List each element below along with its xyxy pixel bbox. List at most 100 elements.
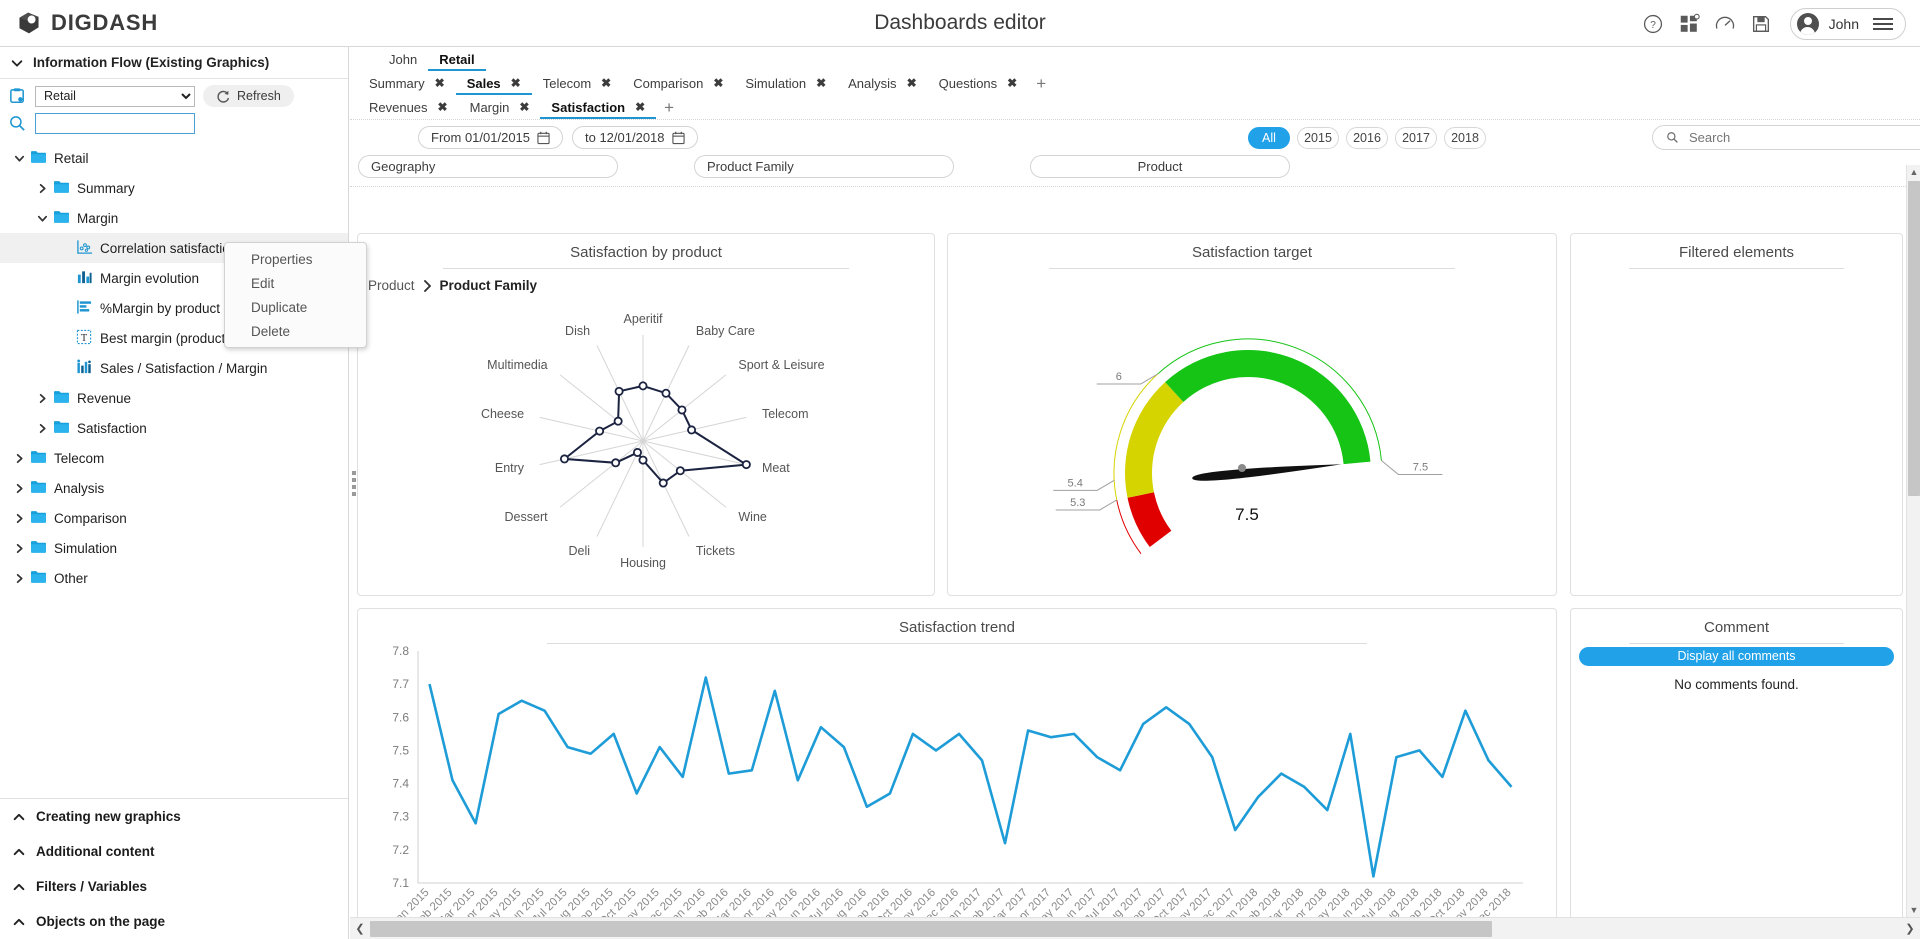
tab-close-icon[interactable]: ✖: [519, 100, 529, 114]
chevron-down-icon[interactable]: [31, 213, 53, 224]
tree-item-other[interactable]: Other: [0, 563, 348, 593]
vertical-scrollbar[interactable]: ▲ ▼: [1906, 165, 1920, 917]
date-to-filter[interactable]: to 12/01/2018: [572, 126, 698, 149]
year-filter-all[interactable]: All: [1248, 127, 1290, 149]
add-tab-button[interactable]: +: [656, 99, 682, 116]
no-comments-text: No comments found.: [1674, 677, 1799, 692]
information-flow-header[interactable]: Information Flow (Existing Graphics): [0, 47, 348, 79]
year-filter-2018[interactable]: 2018: [1444, 127, 1486, 149]
tab-revenues[interactable]: Revenues ✖: [358, 95, 459, 119]
tab-summary[interactable]: Summary ✖: [358, 71, 456, 95]
chevron-right-icon[interactable]: [8, 513, 30, 524]
radar-data-point: [661, 388, 671, 398]
accordion-objects-on-the-page[interactable]: Objects on the page: [0, 904, 348, 939]
speedometer-icon[interactable]: [1714, 13, 1736, 35]
chevron-right-icon[interactable]: [31, 183, 53, 194]
tab-retail[interactable]: Retail: [428, 47, 487, 71]
tab-margin[interactable]: Margin ✖: [459, 95, 541, 119]
user-menu[interactable]: John: [1789, 7, 1906, 40]
tab-telecom[interactable]: Telecom ✖: [532, 71, 622, 95]
panel-resize-handle[interactable]: [349, 455, 359, 511]
year-filter-2016[interactable]: 2016: [1346, 127, 1388, 149]
accordion-additional-content[interactable]: Additional content: [0, 834, 348, 869]
tab-john[interactable]: John: [378, 47, 428, 71]
tab-close-icon[interactable]: ✖: [816, 76, 826, 90]
source-select[interactable]: Retail: [35, 85, 195, 107]
tree-item-analysis[interactable]: Analysis: [0, 473, 348, 503]
floppy-save-icon[interactable]: [1750, 13, 1772, 35]
trend-axes: [417, 651, 1523, 884]
scroll-down-arrow[interactable]: ▼: [1907, 903, 1920, 917]
accordion-filters-variables[interactable]: Filters / Variables: [0, 869, 348, 904]
context-menu-item-delete[interactable]: Delete: [225, 319, 366, 343]
chevron-right-icon[interactable]: [31, 393, 53, 404]
scroll-left-arrow[interactable]: ❮: [350, 922, 370, 935]
radar-axis-label: Aperitif: [624, 312, 663, 326]
horizontal-scrollbar[interactable]: ❮ ❯: [350, 917, 1920, 939]
chevron-right-icon[interactable]: [8, 573, 30, 584]
context-menu-item-properties[interactable]: Properties: [225, 247, 366, 271]
tab-analysis[interactable]: Analysis ✖: [837, 71, 927, 95]
tree-item-sales-satisfaction-margin[interactable]: Sales / Satisfaction / Margin: [0, 353, 348, 383]
tab-questions[interactable]: Questions ✖: [928, 71, 1029, 95]
tree-item-margin[interactable]: Margin: [0, 203, 348, 233]
tab-satisfaction[interactable]: Satisfaction ✖: [540, 95, 656, 119]
tab-close-icon[interactable]: ✖: [435, 76, 445, 90]
add-tab-button[interactable]: +: [1028, 75, 1054, 92]
tab-close-icon[interactable]: ✖: [511, 76, 521, 90]
help-circle-icon[interactable]: ?: [1642, 13, 1664, 35]
dashboard-search[interactable]: [1652, 125, 1920, 150]
tab-comparison[interactable]: Comparison ✖: [622, 71, 734, 95]
tab-simulation[interactable]: Simulation ✖: [734, 71, 837, 95]
date-from-filter[interactable]: From 01/01/2015: [418, 126, 564, 149]
trend-y-tick-label: 7.2: [392, 843, 409, 857]
card-satisfaction-trend: Satisfaction trend 7.1 7.2 7.3 7.4 7.5 7.6 7.7…: [357, 608, 1557, 917]
tab-sales[interactable]: Sales ✖: [455, 71, 532, 95]
scroll-up-arrow[interactable]: ▲: [1907, 165, 1920, 179]
breadcrumb-parent[interactable]: Product: [368, 278, 415, 293]
refresh-icon: [217, 90, 230, 103]
chevron-right-icon[interactable]: [8, 453, 30, 464]
folder-icon: [53, 209, 77, 227]
hamburger-menu-icon[interactable]: [1873, 17, 1893, 30]
context-menu-item-duplicate[interactable]: Duplicate: [225, 295, 366, 319]
radar-data-point: [614, 386, 624, 396]
tree-search-input[interactable]: [35, 113, 195, 134]
scroll-right-arrow[interactable]: ❯: [1900, 922, 1920, 935]
dashboard-search-input[interactable]: [1687, 129, 1920, 146]
year-filter-2017[interactable]: 2017: [1395, 127, 1437, 149]
chevron-right-icon[interactable]: [31, 423, 53, 434]
tree-item-simulation[interactable]: Simulation: [0, 533, 348, 563]
chevron-right-icon[interactable]: [8, 483, 30, 494]
tab-close-icon[interactable]: ✖: [601, 76, 611, 90]
tree-item-comparison[interactable]: Comparison: [0, 503, 348, 533]
tab-close-icon[interactable]: ✖: [907, 76, 917, 90]
refresh-button[interactable]: Refresh: [203, 85, 294, 107]
radar-data-point: [675, 466, 685, 476]
radar-breadcrumb[interactable]: Product Product Family: [358, 269, 934, 293]
tab-close-icon[interactable]: ✖: [1007, 76, 1017, 90]
tree-item-satisfaction[interactable]: Satisfaction: [0, 413, 348, 443]
trend-y-tick-label: 7.6: [392, 710, 409, 724]
card-filtered-elements: Filtered elements: [1570, 233, 1903, 596]
tree-item-retail[interactable]: Retail: [0, 143, 348, 173]
tree-item-summary[interactable]: Summary: [0, 173, 348, 203]
chevron-down-icon[interactable]: [8, 153, 30, 164]
context-menu-item-edit[interactable]: Edit: [225, 271, 366, 295]
tab-label: Summary: [369, 75, 425, 91]
accordion-creating-new-graphics[interactable]: Creating new graphics: [0, 799, 348, 834]
dashboard-grid-icon[interactable]: [1678, 13, 1700, 35]
folder-icon: [53, 419, 77, 437]
display-all-comments-button[interactable]: Display all comments: [1579, 647, 1894, 666]
tab-close-icon[interactable]: ✖: [438, 100, 448, 114]
chevron-right-icon[interactable]: [8, 543, 30, 554]
horizontal-scroll-thumb[interactable]: [370, 921, 1492, 937]
tree-item-revenue[interactable]: Revenue: [0, 383, 348, 413]
tab-close-icon[interactable]: ✖: [635, 100, 645, 114]
search-icon: [1667, 132, 1678, 143]
main-area: John Retail Summary ✖ Sales ✖ Telecom ✖ Compari…: [350, 47, 1920, 939]
tab-close-icon[interactable]: ✖: [713, 76, 723, 90]
year-filter-2015[interactable]: 2015: [1297, 127, 1339, 149]
tree-item-telecom[interactable]: Telecom: [0, 443, 348, 473]
vertical-scroll-thumb[interactable]: [1908, 181, 1920, 496]
